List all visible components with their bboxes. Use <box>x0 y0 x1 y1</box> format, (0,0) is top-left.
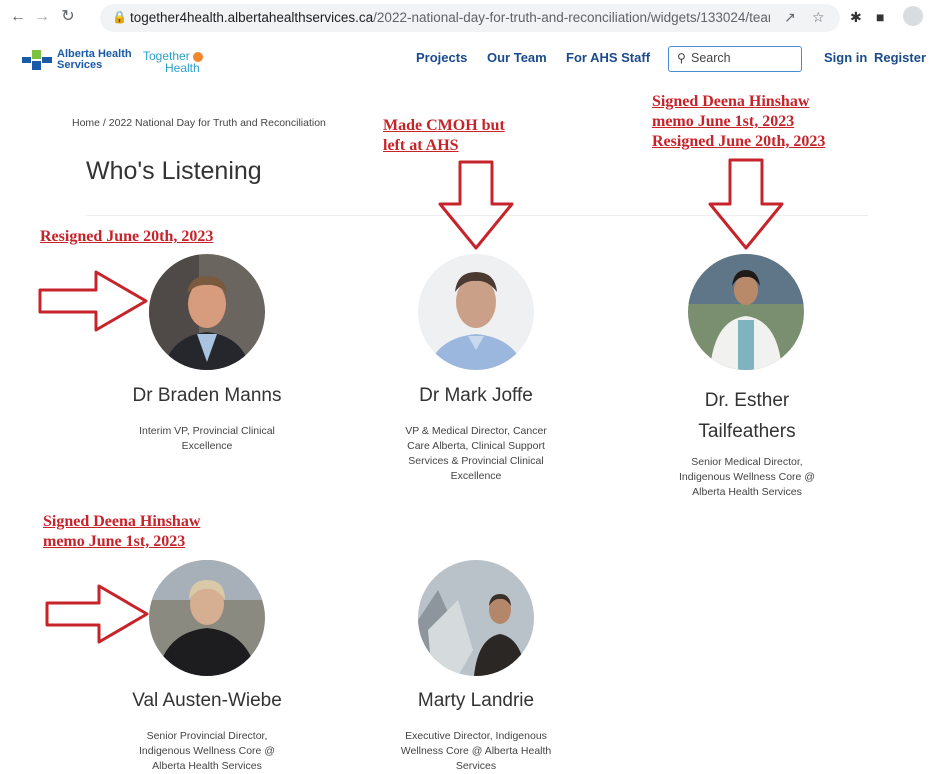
avatar-mark-joffe[interactable] <box>418 254 534 370</box>
annotation-line: left at AHS <box>383 137 459 154</box>
ahs-logo-text[interactable]: Alberta Health Services <box>57 49 132 71</box>
annotation-line: Signed Deena Hinshaw <box>43 513 201 530</box>
member-name[interactable]: Val Austen-Wiebe <box>100 690 314 712</box>
url-text[interactable]: together4health.albertahealthservices.ca… <box>130 10 770 25</box>
nav-projects[interactable]: Projects <box>416 50 467 65</box>
extensions-icon[interactable]: ✱ <box>850 9 862 26</box>
annotation-line: memo June 1st, 2023 <box>652 113 795 130</box>
down-arrow-icon <box>708 158 784 250</box>
nav-for-ahs-staff[interactable]: For AHS Staff <box>566 50 650 65</box>
right-arrow-icon <box>38 270 148 332</box>
member-role-line: Excellence <box>450 470 502 482</box>
member-role-line: Interim VP, Provincial Clinical <box>139 425 275 437</box>
member-role-line: Wellness Core @ Alberta Health <box>400 745 552 757</box>
member-role-line: Indigenous Wellness Core @ <box>679 471 815 483</box>
avatar-braden-manns[interactable] <box>149 254 265 370</box>
ahs-logo-line2: Services <box>57 59 103 71</box>
lock-icon[interactable]: 🔒 <box>112 10 127 24</box>
annotation-line: Resigned June 20th, 2023 <box>652 133 826 150</box>
ahs-logo-icon[interactable] <box>22 50 52 70</box>
member-role-line: Services & Provincial Clinical <box>408 455 544 467</box>
annotation-joffe: Made CMOH but left at AHS <box>383 116 505 156</box>
back-icon[interactable]: ← <box>8 7 28 27</box>
member-role: Interim VP, Provincial Clinical Excellen… <box>100 424 314 454</box>
member-role-line: Care Alberta, Clinical Support <box>407 440 545 452</box>
member-name-line: Dr. Esther <box>704 390 790 411</box>
member-role-line: Executive Director, Indigenous <box>405 730 547 742</box>
member-name-line: Tailfeathers <box>698 421 796 442</box>
avatar-marty-landrie[interactable] <box>418 560 534 676</box>
browser-toolbar: ← → ↻ 🔒 together4health.albertahealthser… <box>0 0 931 36</box>
member-role: Executive Director, Indigenous Wellness … <box>369 729 583 774</box>
forward-icon[interactable]: → <box>32 7 52 27</box>
star-icon[interactable]: ☆ <box>812 9 825 26</box>
profile-icon[interactable] <box>903 6 923 26</box>
nav-our-team[interactable]: Our Team <box>487 50 547 65</box>
member-role-line: Excellence <box>181 440 233 452</box>
together4health-logo[interactable]: Together Health <box>143 50 204 75</box>
sidepanel-icon[interactable]: ■ <box>876 9 884 25</box>
right-arrow-icon <box>45 584 149 644</box>
reload-icon[interactable]: ↻ <box>58 7 78 27</box>
member-role-line: Senior Provincial Director, <box>146 730 268 742</box>
page-title: Who's Listening <box>86 157 262 185</box>
search-placeholder: Search <box>691 51 731 65</box>
breadcrumb[interactable]: Home / 2022 National Day for Truth and R… <box>72 117 326 129</box>
annotation-line: Made CMOH but <box>383 117 505 134</box>
member-role-line: Alberta Health Services <box>692 486 802 498</box>
annotation-line: Signed Deena Hinshaw <box>652 93 810 110</box>
member-name[interactable]: Marty Landrie <box>369 690 583 712</box>
member-role-line: Alberta Health Services <box>152 760 262 772</box>
avatar-esther-tailfeathers[interactable] <box>688 254 804 370</box>
url-domain: together4health.albertahealthservices.ca <box>130 10 374 25</box>
annotation-austen-wiebe: Signed Deena Hinshaw memo June 1st, 2023 <box>43 512 200 552</box>
annotation-manns: Resigned June 20th, 2023 <box>40 228 214 245</box>
url-path: /2022-national-day-for-truth-and-reconci… <box>373 10 770 25</box>
member-role-line: Senior Medical Director, <box>691 456 803 468</box>
member-role-line: Indigenous Wellness Core @ <box>139 745 275 757</box>
member-role-line: VP & Medical Director, Cancer <box>405 425 547 437</box>
register-link[interactable]: Register <box>874 50 926 65</box>
address-bar[interactable]: 🔒 together4health.albertahealthservices.… <box>100 4 840 32</box>
annotation-line: memo June 1st, 2023 <box>43 533 186 550</box>
annotation-tailfeathers: Signed Deena Hinshaw memo June 1st, 2023… <box>652 92 825 152</box>
member-name[interactable]: Dr Mark Joffe <box>369 385 583 407</box>
search-input[interactable]: ⚲ Search <box>668 46 802 72</box>
member-role: Senior Medical Director, Indigenous Well… <box>640 455 854 500</box>
together-logo-line2: Health <box>165 61 200 75</box>
site-header: Alberta Health Services Together Health … <box>0 36 931 82</box>
member-role: Senior Provincial Director, Indigenous W… <box>100 729 314 774</box>
search-icon: ⚲ <box>677 51 686 65</box>
sign-in-link[interactable]: Sign in <box>824 50 867 65</box>
avatar-val-austen-wiebe[interactable] <box>149 560 265 676</box>
member-role-line: Services <box>455 760 497 772</box>
member-name[interactable]: Dr. Esther Tailfeathers <box>640 385 854 447</box>
share-icon[interactable]: ↗ <box>784 9 796 26</box>
member-name[interactable]: Dr Braden Manns <box>100 385 314 407</box>
down-arrow-icon <box>438 160 514 250</box>
member-role: VP & Medical Director, Cancer Care Alber… <box>369 424 583 484</box>
